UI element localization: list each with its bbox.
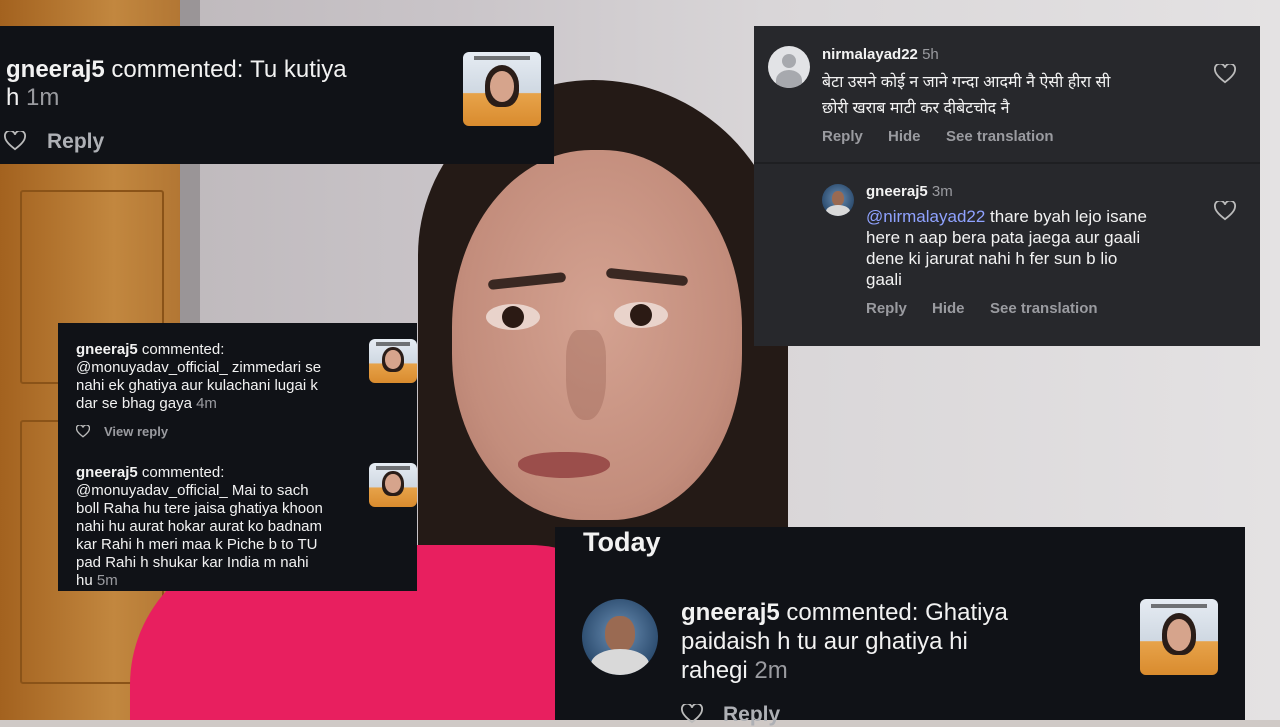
- post-thumbnail[interactable]: [369, 463, 417, 507]
- nose: [566, 330, 606, 420]
- comment-2-line-1: @monuyadav_official_ Mai to sach: [76, 482, 309, 499]
- reply-button[interactable]: Reply: [822, 128, 863, 145]
- comment-text: hu: [76, 572, 93, 589]
- eye-right: [614, 302, 668, 328]
- hide-button[interactable]: Hide: [932, 300, 965, 317]
- heart-icon[interactable]: [681, 704, 703, 724]
- comment-verb: commented:: [111, 56, 244, 83]
- comment-text: h: [6, 84, 20, 111]
- comment-2-header: gneeraj5 commented:: [76, 464, 224, 481]
- comment-card-top-right: nirmalayad22 5h बेटा उसने कोई न जाने गन्…: [754, 26, 1260, 346]
- heart-icon[interactable]: [4, 131, 26, 151]
- comment-line-2: paidaish h tu aur ghatiya hi: [681, 628, 968, 655]
- comment-2-line-5: pad Rahi h shukar kar India m nahi: [76, 554, 309, 571]
- section-header-today: Today: [583, 527, 661, 557]
- comment-line-3: rahegi 2m: [681, 657, 788, 685]
- comment-1-header: gneeraj5 commented:: [76, 341, 224, 358]
- eye-left: [486, 304, 540, 330]
- hide-button[interactable]: Hide: [888, 128, 921, 145]
- heart-icon[interactable]: [1214, 64, 1236, 84]
- divider: [754, 162, 1260, 164]
- reply-time: 3m: [931, 183, 953, 200]
- comment-verb: commented:: [786, 599, 919, 626]
- reply-text: thare byah lejo isane: [985, 207, 1147, 226]
- reply-header: gneeraj5 3m: [866, 183, 953, 200]
- reply-button[interactable]: Reply: [866, 300, 907, 317]
- reply-text-line-4: gaali: [866, 270, 902, 289]
- heart-icon[interactable]: [1214, 201, 1236, 221]
- comment-card-mid-left: gneeraj5 commented: @monuyadav_official_…: [58, 323, 417, 591]
- post-thumbnail[interactable]: [463, 52, 541, 126]
- comment-time: 2m: [754, 657, 788, 684]
- reply-text-line-3: dene ki jarurat nahi h fer sun b lio: [866, 249, 1118, 268]
- reply-username[interactable]: gneeraj5: [866, 183, 928, 200]
- comment-card-top-left: gneeraj5 commented: Tu kutiya h 1m Reply: [0, 26, 554, 164]
- comment-2-line-6: hu 5m: [76, 572, 118, 589]
- comment-header: nirmalayad22 5h: [822, 46, 939, 63]
- comment-time: 5m: [96, 572, 118, 589]
- comment-time: 1m: [26, 84, 60, 111]
- see-translation-button[interactable]: See translation: [946, 128, 1054, 145]
- comment-time: 5h: [922, 46, 939, 63]
- default-avatar-icon[interactable]: [768, 46, 810, 88]
- comment-username[interactable]: nirmalayad22: [822, 46, 918, 63]
- comment-verb: commented:: [141, 464, 225, 481]
- comment-username[interactable]: gneeraj5: [76, 464, 138, 481]
- avatar[interactable]: [822, 184, 854, 216]
- comment-line-2: h 1m: [6, 84, 59, 112]
- comment-text: dar se bhag gaya: [76, 395, 192, 412]
- avatar[interactable]: [582, 599, 658, 675]
- mouth: [518, 452, 610, 478]
- comment-2-line-2: boll Raha hu tere jaisa ghatiya khoon: [76, 500, 323, 517]
- reply-text-line-1: @nirmalayad22 thare byah lejo isane: [866, 207, 1147, 227]
- post-thumbnail[interactable]: [1140, 599, 1218, 675]
- comment-text: Ghatiya: [925, 599, 1008, 626]
- comment-text-line-1: बेटा उसने कोई न जाने गन्दा आदमी नै ऐसी ह…: [822, 74, 1111, 91]
- reply-text-line-2: here n aap bera pata jaega aur gaali: [866, 228, 1141, 247]
- comment-line-1: gneeraj5 commented: Ghatiya: [681, 599, 1008, 627]
- see-translation-button[interactable]: See translation: [990, 300, 1098, 317]
- comment-card-bottom-right: Today gneeraj5 commented: Ghatiya paidai…: [555, 527, 1245, 726]
- comment-username[interactable]: gneeraj5: [6, 56, 105, 83]
- heart-icon[interactable]: [76, 425, 90, 438]
- comment-verb: commented:: [141, 341, 225, 358]
- comment-line-1: gneeraj5 commented: Tu kutiya: [6, 56, 347, 84]
- comment-1-line-3: dar se bhag gaya 4m: [76, 395, 217, 412]
- comment-1-line-2: nahi ek ghatiya aur kulachani lugai k: [76, 377, 318, 394]
- post-thumbnail[interactable]: [369, 339, 417, 383]
- comment-2-line-4: kar Rahi h meri maa k Piche b to TU: [76, 536, 318, 553]
- comment-username[interactable]: gneeraj5: [76, 341, 138, 358]
- reply-button[interactable]: Reply: [723, 703, 780, 727]
- comment-time: 4m: [196, 395, 217, 412]
- reply-button[interactable]: Reply: [47, 130, 104, 154]
- mention-link[interactable]: @nirmalayad22: [866, 207, 985, 226]
- comment-username[interactable]: gneeraj5: [681, 599, 780, 626]
- comment-text: rahegi: [681, 657, 748, 684]
- view-reply-button[interactable]: View reply: [104, 424, 168, 439]
- comment-text-line-2: छोरी खराब माटी कर दीबेटचोद नै: [822, 100, 1010, 117]
- comment-text: Tu kutiya: [250, 56, 347, 83]
- comment-2-line-3: nahi hu aurat hokar aurat ko badnam: [76, 518, 322, 535]
- comment-1-line-1: @monuyadav_official_ zimmedari se: [76, 359, 322, 376]
